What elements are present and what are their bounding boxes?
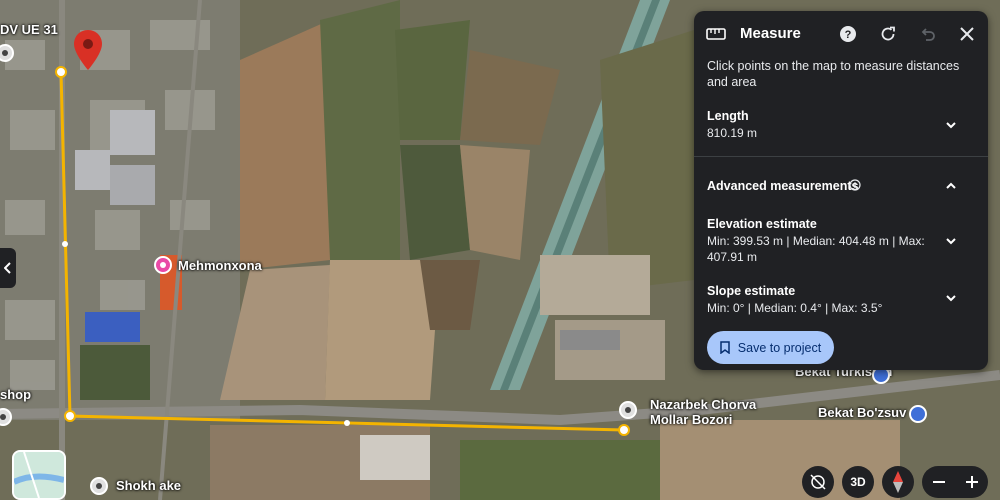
market-label-line2[interactable]: Mollar Bozori bbox=[650, 412, 732, 427]
slope-value: Min: 0° | Median: 0.4° | Max: 3.5° bbox=[707, 301, 883, 315]
help-icon[interactable]: ? bbox=[837, 23, 859, 45]
place-marker-icon[interactable] bbox=[90, 477, 108, 495]
panel-title: Measure bbox=[740, 25, 801, 42]
compass-icon bbox=[893, 471, 903, 493]
minus-icon bbox=[932, 481, 945, 483]
guesthouse-label[interactable]: Mehmonxona bbox=[178, 258, 262, 273]
location-pin-icon[interactable] bbox=[74, 30, 102, 70]
chevron-down-icon[interactable] bbox=[944, 120, 958, 130]
svg-text:?: ? bbox=[845, 29, 852, 41]
zoom-in-button[interactable] bbox=[955, 466, 988, 498]
elevation-value: Min: 399.53 m | Median: 404.48 m | Max: … bbox=[707, 234, 925, 264]
info-icon[interactable] bbox=[849, 179, 861, 191]
slope-label: Slope estimate bbox=[707, 284, 796, 298]
elevation-label: Elevation estimate bbox=[707, 217, 817, 231]
chevron-down-icon[interactable] bbox=[944, 236, 958, 246]
market-marker-icon[interactable] bbox=[619, 401, 637, 419]
plus-icon bbox=[965, 476, 978, 488]
zoom-controls bbox=[922, 466, 988, 498]
layers-thumbnail-button[interactable] bbox=[12, 450, 66, 500]
bookmark-icon bbox=[720, 341, 730, 354]
expand-side-panel-button[interactable] bbox=[0, 248, 16, 288]
road-label: DV UE 31 bbox=[0, 22, 58, 37]
chevron-up-icon[interactable] bbox=[944, 181, 958, 191]
compass-button[interactable] bbox=[882, 466, 914, 498]
shop-label[interactable]: shop bbox=[0, 387, 31, 402]
bus-stop-label[interactable]: Bekat Bo'zsuv bbox=[818, 405, 906, 420]
tilt-off-icon bbox=[810, 474, 826, 490]
length-label: Length bbox=[707, 109, 749, 123]
bus-stop-marker-icon[interactable] bbox=[909, 405, 927, 423]
place-label[interactable]: Shokh ake bbox=[116, 478, 181, 493]
measure-panel: Measure ? Click points on the map to mea… bbox=[694, 11, 988, 370]
close-icon[interactable] bbox=[956, 23, 978, 45]
ruler-icon bbox=[705, 23, 727, 45]
reset-icon[interactable] bbox=[877, 23, 899, 45]
market-label-line1[interactable]: Nazarbek Chorva bbox=[650, 397, 756, 412]
measure-instructions: Click points on the map to measure dista… bbox=[707, 59, 960, 89]
measure-panel-header: Measure ? bbox=[694, 11, 988, 57]
undo-icon[interactable] bbox=[917, 23, 939, 45]
map-layer-icon bbox=[14, 452, 64, 498]
divider bbox=[694, 156, 988, 157]
zoom-out-button[interactable] bbox=[922, 466, 955, 498]
save-button-label: Save to project bbox=[737, 340, 822, 355]
chevron-left-icon bbox=[4, 262, 11, 274]
chevron-down-icon[interactable] bbox=[944, 293, 958, 303]
advanced-measurements-label[interactable]: Advanced measurements bbox=[707, 179, 858, 193]
tilt-toggle-button[interactable] bbox=[802, 466, 834, 498]
hotel-marker-icon[interactable] bbox=[154, 256, 172, 274]
save-to-project-button[interactable]: Save to project bbox=[707, 331, 834, 364]
3d-toggle-button[interactable]: 3D bbox=[842, 466, 874, 498]
length-value: 810.19 m bbox=[707, 126, 758, 140]
